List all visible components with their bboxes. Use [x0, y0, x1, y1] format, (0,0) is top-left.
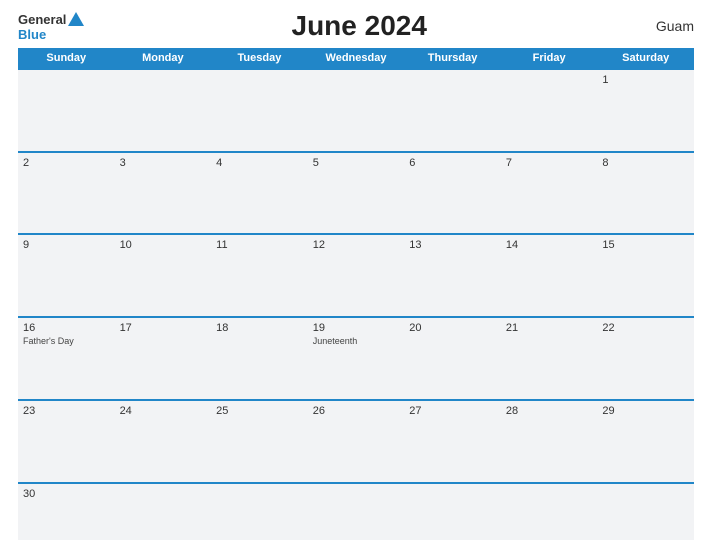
day-event: Father's Day — [23, 336, 110, 347]
week-row: 23 24 25 26 27 28 29 — [18, 399, 694, 482]
day-number: 12 — [313, 239, 400, 251]
day-cell: 27 — [404, 401, 501, 482]
day-number: 7 — [506, 157, 593, 169]
day-cell: 14 — [501, 235, 598, 316]
week-row: 30 — [18, 482, 694, 540]
day-number: 6 — [409, 157, 496, 169]
day-cell: 18 — [211, 318, 308, 399]
day-cell — [18, 70, 115, 151]
day-number: 2 — [23, 157, 110, 169]
day-number: 26 — [313, 405, 400, 417]
day-cell — [501, 484, 598, 540]
day-cell: 25 — [211, 401, 308, 482]
region-label: Guam — [634, 18, 694, 34]
day-number: 16 — [23, 322, 110, 334]
day-number: 20 — [409, 322, 496, 334]
day-cell: 23 — [18, 401, 115, 482]
day-cell: 21 — [501, 318, 598, 399]
day-number: 14 — [506, 239, 593, 251]
day-cell: 6 — [404, 153, 501, 234]
day-cell: 11 — [211, 235, 308, 316]
day-number: 30 — [23, 488, 110, 500]
day-number: 28 — [506, 405, 593, 417]
day-cell — [115, 484, 212, 540]
day-number: 19 — [313, 322, 400, 334]
day-cell: 22 — [597, 318, 694, 399]
day-number: 5 — [313, 157, 400, 169]
day-number: 23 — [23, 405, 110, 417]
day-number: 25 — [216, 405, 303, 417]
day-cell — [308, 70, 405, 151]
calendar-page: General Blue June 2024 Guam Sunday Monda… — [0, 0, 712, 550]
header-tuesday: Tuesday — [211, 48, 308, 68]
day-cell: 19 Juneteenth — [308, 318, 405, 399]
day-cell: 24 — [115, 401, 212, 482]
day-cell: 15 — [597, 235, 694, 316]
day-cell: 2 — [18, 153, 115, 234]
day-cell: 7 — [501, 153, 598, 234]
day-cell: 29 — [597, 401, 694, 482]
day-cell: 28 — [501, 401, 598, 482]
day-cell: 1 — [597, 70, 694, 151]
calendar: Sunday Monday Tuesday Wednesday Thursday… — [18, 48, 694, 540]
month-title: June 2024 — [84, 10, 634, 42]
day-number: 29 — [602, 405, 689, 417]
day-cell — [308, 484, 405, 540]
day-number: 17 — [120, 322, 207, 334]
day-number: 22 — [602, 322, 689, 334]
day-cell: 16 Father's Day — [18, 318, 115, 399]
day-cell: 3 — [115, 153, 212, 234]
day-cell — [115, 70, 212, 151]
day-number: 21 — [506, 322, 593, 334]
day-number: 15 — [602, 239, 689, 251]
header-wednesday: Wednesday — [308, 48, 405, 68]
logo-triangle-icon — [68, 12, 84, 26]
day-cell: 8 — [597, 153, 694, 234]
day-cell: 10 — [115, 235, 212, 316]
calendar-body: 12345678910111213141516Father's Day17181… — [18, 68, 694, 540]
day-cell — [211, 484, 308, 540]
day-cell: 12 — [308, 235, 405, 316]
day-number: 9 — [23, 239, 110, 251]
day-number: 13 — [409, 239, 496, 251]
day-cell: 30 — [18, 484, 115, 540]
day-number: 3 — [120, 157, 207, 169]
header-friday: Friday — [501, 48, 598, 68]
day-cell — [404, 484, 501, 540]
page-header: General Blue June 2024 Guam — [18, 10, 694, 42]
header-thursday: Thursday — [404, 48, 501, 68]
week-row: 16 Father's Day 17 18 19 Juneteenth 20 21 22 — [18, 316, 694, 399]
week-row: 2345678 — [18, 151, 694, 234]
day-cell — [211, 70, 308, 151]
day-cell: 13 — [404, 235, 501, 316]
day-cell: 26 — [308, 401, 405, 482]
day-number: 11 — [216, 239, 303, 251]
week-row: 9 10 11 12 13 14 15 — [18, 233, 694, 316]
day-cell — [501, 70, 598, 151]
day-number: 10 — [120, 239, 207, 251]
day-cell: 20 — [404, 318, 501, 399]
day-number: 1 — [602, 74, 689, 86]
day-number: 8 — [602, 157, 689, 169]
day-event: Juneteenth — [313, 336, 400, 347]
day-number: 4 — [216, 157, 303, 169]
days-header: Sunday Monday Tuesday Wednesday Thursday… — [18, 48, 694, 68]
header-saturday: Saturday — [597, 48, 694, 68]
day-cell — [597, 484, 694, 540]
logo-general-text: General — [18, 13, 66, 26]
logo-blue-text: Blue — [18, 28, 46, 41]
day-number: 24 — [120, 405, 207, 417]
day-cell: 5 — [308, 153, 405, 234]
day-number: 27 — [409, 405, 496, 417]
header-monday: Monday — [115, 48, 212, 68]
header-sunday: Sunday — [18, 48, 115, 68]
day-cell: 9 — [18, 235, 115, 316]
week-row: 1 — [18, 68, 694, 151]
logo: General Blue — [18, 12, 84, 41]
day-cell: 17 — [115, 318, 212, 399]
day-cell: 4 — [211, 153, 308, 234]
day-number: 18 — [216, 322, 303, 334]
day-cell — [404, 70, 501, 151]
